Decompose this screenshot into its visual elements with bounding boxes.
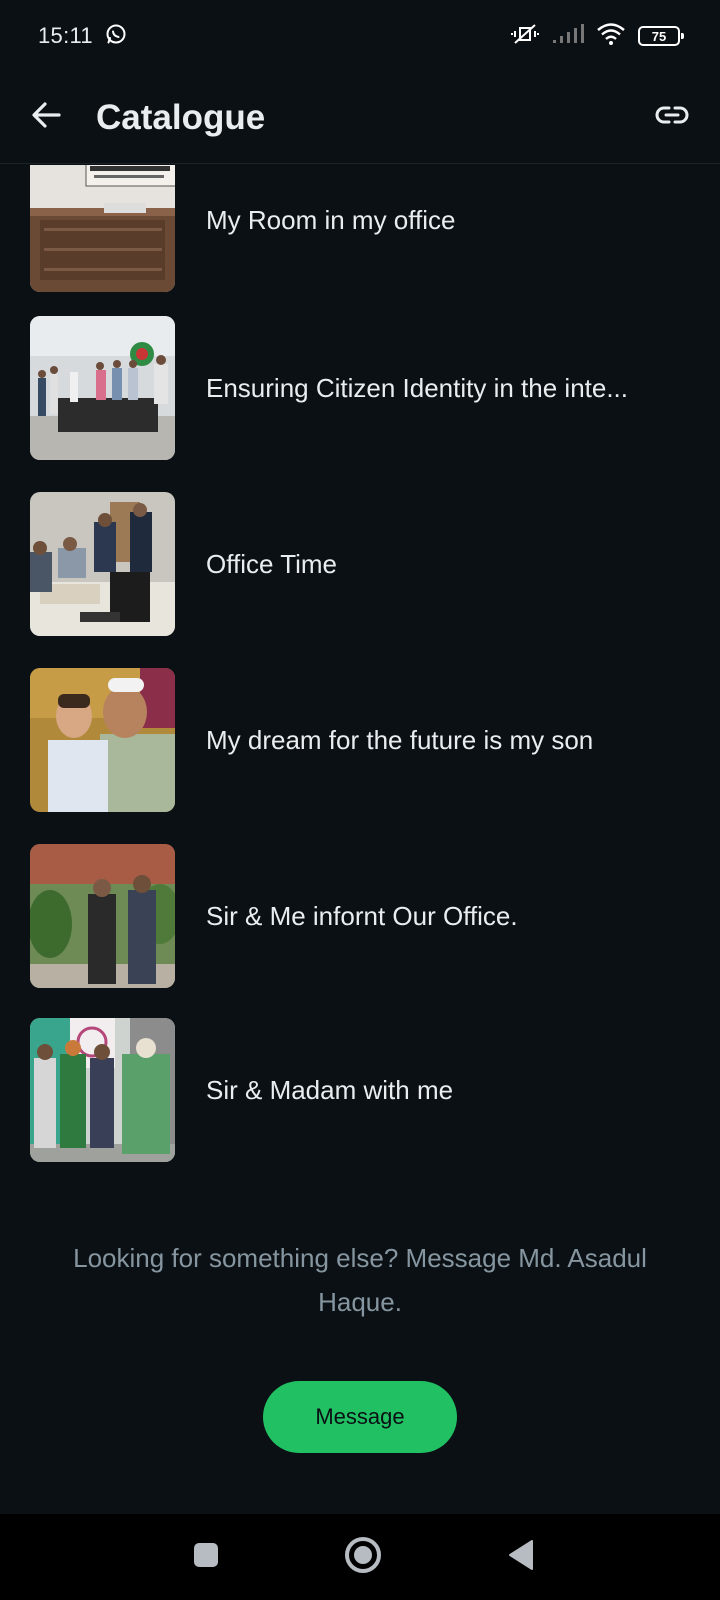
status-left: 15:11	[38, 23, 127, 50]
home-button[interactable]	[343, 1535, 383, 1580]
item-title: Sir & Me infornt Our Office.	[206, 900, 518, 931]
item-thumbnail	[30, 844, 175, 988]
wifi-icon	[596, 22, 626, 51]
back-button[interactable]	[28, 100, 64, 136]
battery-icon: 75	[638, 26, 684, 46]
catalogue-item-sir-and-me[interactable]: Sir & Me infornt Our Office.	[30, 844, 690, 988]
mute-vibrate-icon	[510, 22, 540, 51]
nav-back-button[interactable]	[500, 1537, 540, 1577]
catalogue-item-citizen-identity[interactable]: Ensuring Citizen Identity in the inte...	[30, 316, 690, 460]
share-link-button[interactable]	[652, 98, 692, 138]
app-bar: Catalogue	[0, 72, 720, 164]
item-title: My Room in my office	[206, 204, 456, 235]
page-title: Catalogue	[96, 97, 266, 137]
battery-level: 75	[651, 28, 667, 44]
whatsapp-icon	[105, 23, 127, 50]
item-title: Ensuring Citizen Identity in the inte...	[206, 372, 629, 403]
item-title: My dream for the future is my son	[206, 724, 594, 755]
item-title: Sir & Madam with me	[206, 1074, 454, 1105]
status-right: 75	[510, 22, 684, 51]
item-thumbnail	[30, 165, 175, 292]
link-icon	[655, 105, 689, 130]
item-title: Office Time	[206, 548, 338, 579]
system-nav-bar	[0, 1514, 720, 1600]
footer-prompt: Looking for something else? Message Md. …	[73, 1243, 647, 1317]
item-thumbnail	[30, 1018, 175, 1162]
item-thumbnail	[30, 316, 175, 460]
status-bar: 15:11 75	[0, 0, 720, 72]
home-icon	[343, 1535, 383, 1580]
status-time: 15:11	[38, 23, 93, 48]
item-thumbnail	[30, 492, 175, 636]
signal-icon	[552, 23, 584, 50]
catalogue-item-sir-madam[interactable]: Sir & Madam with me	[30, 1018, 690, 1162]
catalogue-item-my-room[interactable]: My Room in my office	[30, 165, 690, 292]
arrow-back-icon	[30, 99, 62, 136]
catalogue-item-dream-son[interactable]: My dream for the future is my son	[30, 668, 690, 812]
catalogue-item-office-time[interactable]: Office Time	[30, 492, 690, 636]
item-thumbnail	[30, 668, 175, 812]
message-button[interactable]: Message	[263, 1381, 457, 1453]
catalogue-list: My Room in my office Ensuring Citizen Id…	[0, 165, 720, 1165]
recent-apps-button[interactable]	[186, 1537, 226, 1577]
recent-apps-icon	[192, 1541, 220, 1574]
back-triangle-icon	[506, 1539, 534, 1576]
